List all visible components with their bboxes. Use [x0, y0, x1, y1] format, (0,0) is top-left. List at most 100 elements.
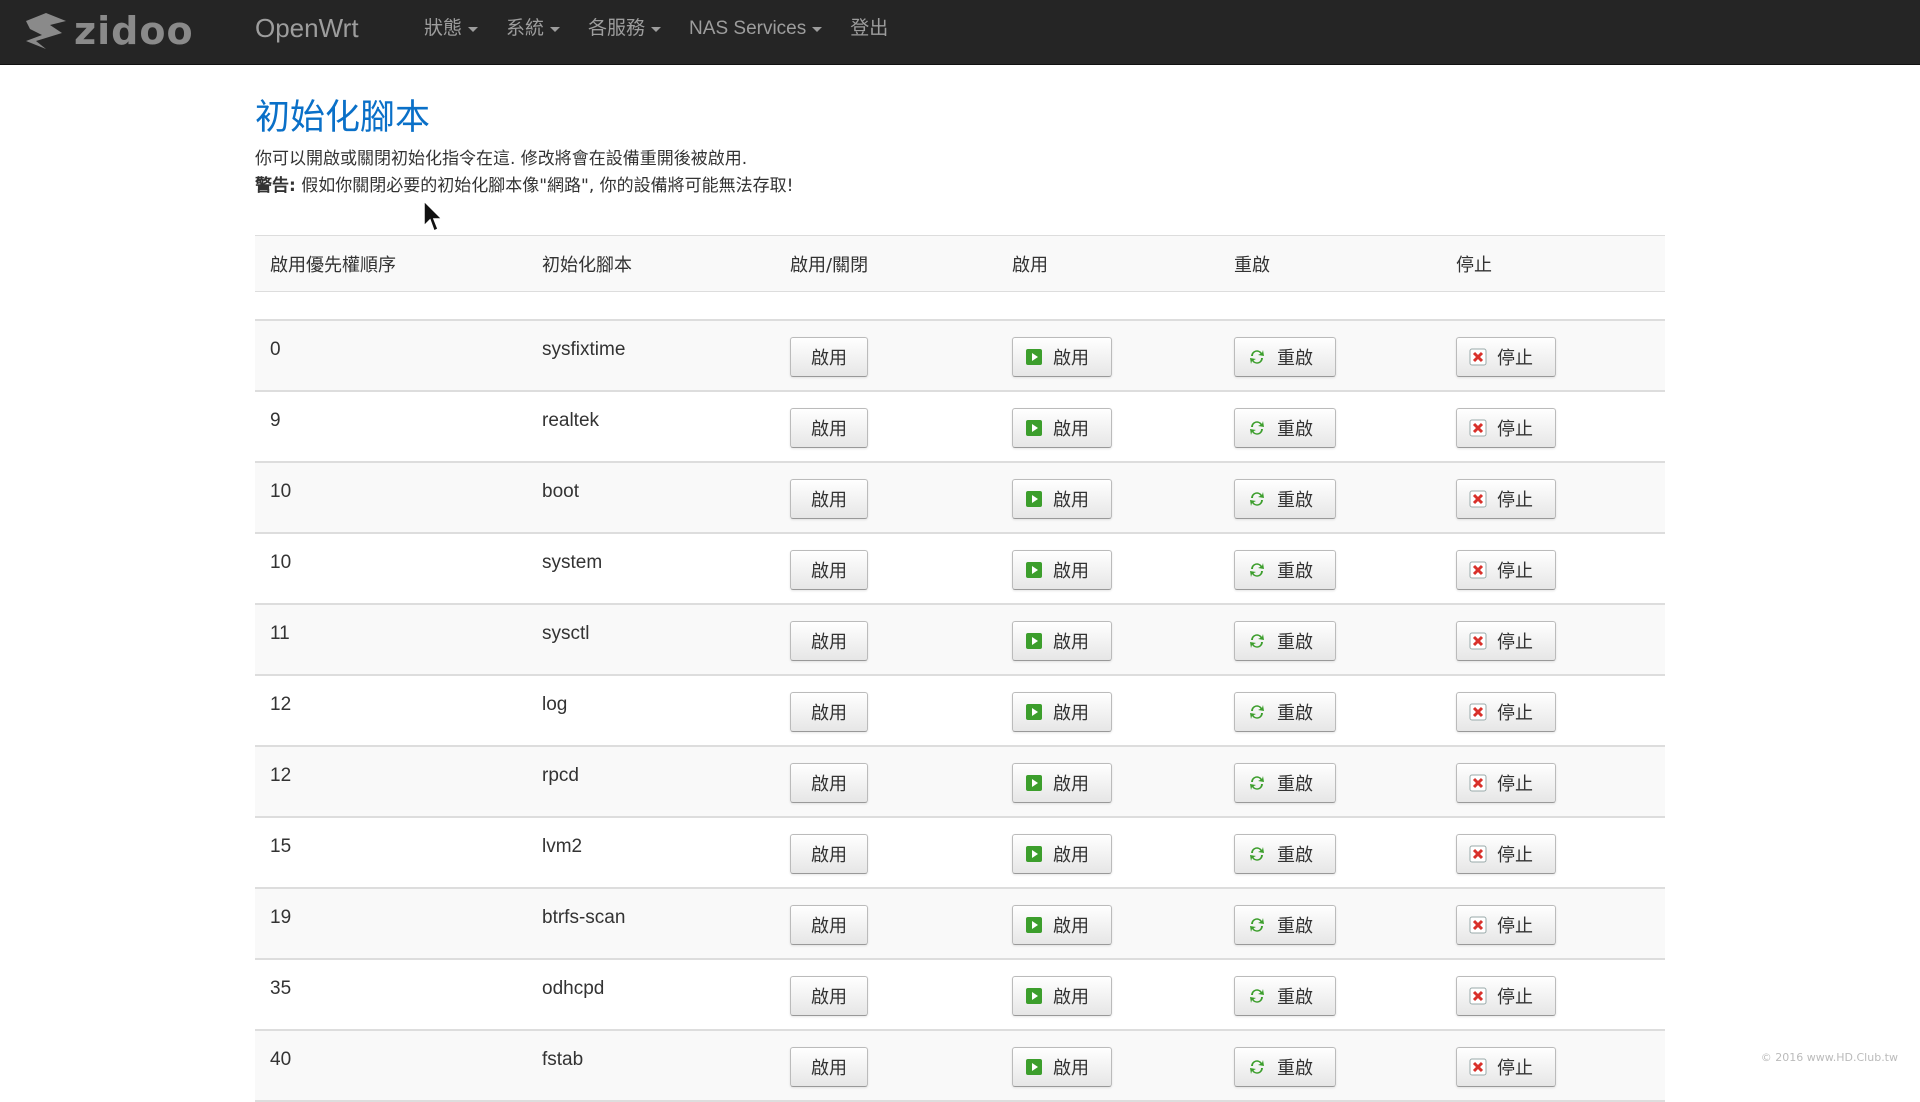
start-button[interactable]: 啟用	[1012, 763, 1112, 803]
start-button[interactable]: 啟用	[1012, 834, 1112, 874]
menu-system[interactable]: 系統	[492, 0, 574, 57]
start-button[interactable]: 啟用	[1012, 550, 1112, 590]
toggle-cell: 啟用	[775, 391, 997, 462]
restart-button[interactable]: 重啟	[1234, 479, 1336, 519]
stop-button[interactable]: 停止	[1456, 408, 1556, 448]
restart-icon	[1247, 702, 1267, 722]
stop-cell: 停止	[1441, 817, 1665, 888]
start-cell: 啟用	[997, 675, 1219, 746]
table-row: 10boot啟用啟用重啟停止	[255, 462, 1665, 533]
table-spacer	[255, 292, 1665, 321]
toggle-button[interactable]: 啟用	[790, 1047, 868, 1087]
stop-button[interactable]: 停止	[1456, 834, 1556, 874]
caret-down-icon	[651, 27, 661, 32]
stop-label: 停止	[1497, 699, 1533, 725]
stop-button[interactable]: 停止	[1456, 337, 1556, 377]
table-row: 9realtek啟用啟用重啟停止	[255, 391, 1665, 462]
start-button[interactable]: 啟用	[1012, 479, 1112, 519]
toggle-button[interactable]: 啟用	[790, 905, 868, 945]
toggle-button[interactable]: 啟用	[790, 337, 868, 377]
restart-button[interactable]: 重啟	[1234, 976, 1336, 1016]
stop-icon	[1469, 916, 1487, 934]
stop-button[interactable]: 停止	[1456, 550, 1556, 590]
menu-logout[interactable]: 登出	[836, 0, 902, 57]
page-warning: 警告: 假如你關閉必要的初始化腳本像"網路", 你的設備將可能無法存取!	[255, 173, 1665, 200]
script-name-cell: btrfs-scan	[527, 888, 775, 959]
stop-button[interactable]: 停止	[1456, 1047, 1556, 1087]
stop-button[interactable]: 停止	[1456, 763, 1556, 803]
restart-label: 重啟	[1277, 486, 1313, 512]
restart-button[interactable]: 重啟	[1234, 763, 1336, 803]
restart-icon	[1247, 418, 1267, 438]
start-cell: 啟用	[997, 462, 1219, 533]
start-icon	[1025, 1058, 1043, 1076]
page-description: 你可以開啟或關閉初始化指令在這. 修改將會在設備重開後被啟用.	[255, 146, 1665, 173]
stop-button[interactable]: 停止	[1456, 621, 1556, 661]
stop-button[interactable]: 停止	[1456, 905, 1556, 945]
restart-label: 重啟	[1277, 841, 1313, 867]
main-content: 初始化腳本 你可以開啟或關閉初始化指令在這. 修改將會在設備重開後被啟用. 警告…	[255, 65, 1665, 200]
toggle-button[interactable]: 啟用	[790, 834, 868, 874]
start-icon	[1025, 419, 1043, 437]
restart-icon	[1247, 986, 1267, 1006]
menu-system-label: 系統	[506, 0, 544, 57]
stop-cell: 停止	[1441, 391, 1665, 462]
start-button[interactable]: 啟用	[1012, 337, 1112, 377]
restart-button[interactable]: 重啟	[1234, 408, 1336, 448]
start-icon	[1025, 632, 1043, 650]
stop-label: 停止	[1497, 628, 1533, 654]
restart-button[interactable]: 重啟	[1234, 550, 1336, 590]
toggle-button[interactable]: 啟用	[790, 692, 868, 732]
toggle-button[interactable]: 啟用	[790, 479, 868, 519]
restart-button[interactable]: 重啟	[1234, 1047, 1336, 1087]
start-button[interactable]: 啟用	[1012, 408, 1112, 448]
table-row: 10system啟用啟用重啟停止	[255, 533, 1665, 604]
toggle-button[interactable]: 啟用	[790, 763, 868, 803]
start-label: 啟用	[1053, 699, 1089, 725]
restart-button[interactable]: 重啟	[1234, 621, 1336, 661]
start-button[interactable]: 啟用	[1012, 976, 1112, 1016]
menu-nas-services[interactable]: NAS Services	[675, 0, 836, 57]
stop-button[interactable]: 停止	[1456, 692, 1556, 732]
restart-button[interactable]: 重啟	[1234, 905, 1336, 945]
start-icon	[1025, 845, 1043, 863]
stop-button[interactable]: 停止	[1456, 479, 1556, 519]
restart-icon	[1247, 560, 1267, 580]
stop-label: 停止	[1497, 1054, 1533, 1080]
start-button[interactable]: 啟用	[1012, 692, 1112, 732]
zidoo-logo[interactable]: zidoo	[22, 8, 202, 54]
init-scripts-table: 啟用優先權順序 初始化腳本 啟用/關閉 啟用 重啟 停止 0sysfixtime…	[255, 235, 1665, 1102]
stop-cell: 停止	[1441, 462, 1665, 533]
restart-icon	[1247, 915, 1267, 935]
stop-button[interactable]: 停止	[1456, 976, 1556, 1016]
restart-label: 重啟	[1277, 699, 1313, 725]
toggle-button[interactable]: 啟用	[790, 550, 868, 590]
toggle-button[interactable]: 啟用	[790, 976, 868, 1016]
menu-services[interactable]: 各服務	[574, 0, 675, 57]
start-button[interactable]: 啟用	[1012, 621, 1112, 661]
start-cell: 啟用	[997, 817, 1219, 888]
restart-button[interactable]: 重啟	[1234, 834, 1336, 874]
warning-text: 假如你關閉必要的初始化腳本像"網路", 你的設備將可能無法存取!	[296, 176, 794, 196]
restart-cell: 重啟	[1219, 675, 1441, 746]
restart-cell: 重啟	[1219, 533, 1441, 604]
script-name-cell: system	[527, 533, 775, 604]
toggle-button[interactable]: 啟用	[790, 408, 868, 448]
stop-cell: 停止	[1441, 746, 1665, 817]
start-button[interactable]: 啟用	[1012, 905, 1112, 945]
priority-cell: 10	[255, 462, 527, 533]
stop-cell: 停止	[1441, 320, 1665, 391]
start-cell: 啟用	[997, 1030, 1219, 1101]
toggle-cell: 啟用	[775, 817, 997, 888]
restart-button[interactable]: 重啟	[1234, 692, 1336, 732]
toggle-button[interactable]: 啟用	[790, 621, 868, 661]
restart-button[interactable]: 重啟	[1234, 337, 1336, 377]
product-name[interactable]: OpenWrt	[255, 0, 359, 57]
start-button[interactable]: 啟用	[1012, 1047, 1112, 1087]
menu-status[interactable]: 狀態	[410, 0, 492, 57]
script-name-cell: lvm2	[527, 817, 775, 888]
table-row: 35odhcpd啟用啟用重啟停止	[255, 959, 1665, 1030]
start-label: 啟用	[1053, 344, 1089, 370]
caret-down-icon	[550, 27, 560, 32]
script-name-cell: sysfixtime	[527, 320, 775, 391]
